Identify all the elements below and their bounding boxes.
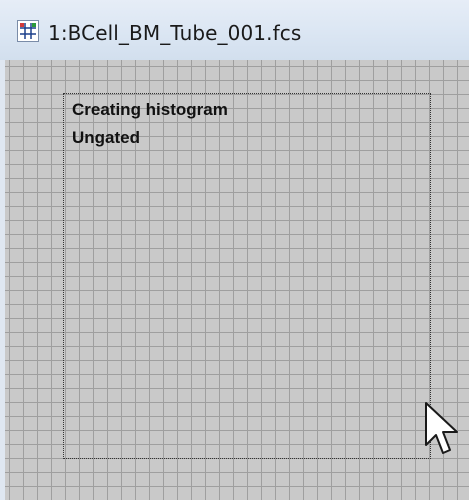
window-titlebar[interactable]: 1:BCell_BM_Tube_001.fcs <box>0 0 469 60</box>
status-gate-label: Ungated <box>72 128 140 147</box>
plot-window: 1:BCell_BM_Tube_001.fcs Creating histogr… <box>0 0 469 500</box>
window-title: 1:BCell_BM_Tube_001.fcs <box>48 21 302 45</box>
plot-window-icon <box>17 20 39 42</box>
status-creating-histogram: Creating histogram <box>72 100 228 119</box>
mouse-pointer-icon <box>424 401 460 457</box>
